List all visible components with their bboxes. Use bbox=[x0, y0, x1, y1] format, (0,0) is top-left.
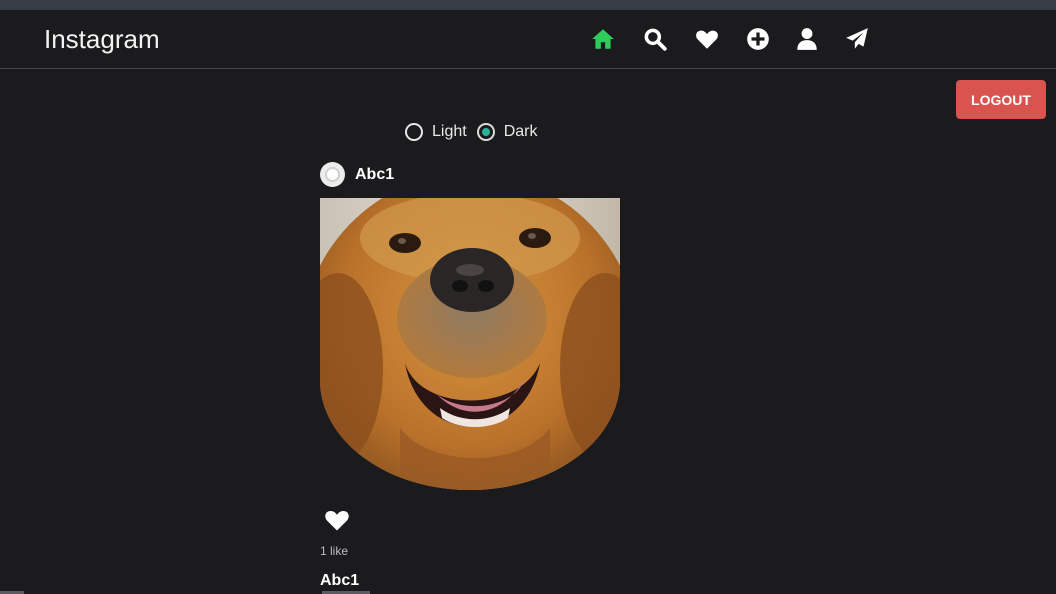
theme-radio-dark[interactable] bbox=[476, 123, 495, 141]
caption-username[interactable]: Abc1 bbox=[320, 572, 359, 590]
likes-count[interactable]: 1 like bbox=[320, 544, 348, 558]
logout-button[interactable]: LOGOUT bbox=[956, 80, 1046, 119]
top-navbar: Instagram bbox=[0, 10, 1056, 69]
theme-label-dark[interactable]: Dark bbox=[504, 123, 538, 141]
golden-retriever-photo bbox=[320, 198, 620, 490]
search-icon[interactable] bbox=[638, 25, 672, 53]
app-title[interactable]: Instagram bbox=[44, 24, 160, 55]
plus-circle-icon[interactable] bbox=[741, 25, 775, 53]
theme-label-light[interactable]: Light bbox=[432, 123, 467, 141]
theme-radio-light[interactable] bbox=[405, 123, 423, 141]
browser-top-strip bbox=[0, 0, 1056, 10]
post-username[interactable]: Abc1 bbox=[355, 166, 394, 184]
avatar[interactable] bbox=[320, 162, 345, 187]
theme-toggle: Light Dark bbox=[405, 120, 547, 144]
radio-selected-dot bbox=[481, 128, 490, 136]
post-image[interactable] bbox=[320, 198, 620, 490]
heart-icon[interactable] bbox=[690, 25, 724, 53]
like-button[interactable] bbox=[322, 506, 352, 534]
send-icon[interactable] bbox=[840, 25, 874, 53]
post-header: Abc1 bbox=[320, 162, 394, 187]
heart-icon bbox=[325, 510, 349, 531]
home-icon[interactable] bbox=[586, 25, 620, 53]
user-icon[interactable] bbox=[790, 25, 824, 53]
